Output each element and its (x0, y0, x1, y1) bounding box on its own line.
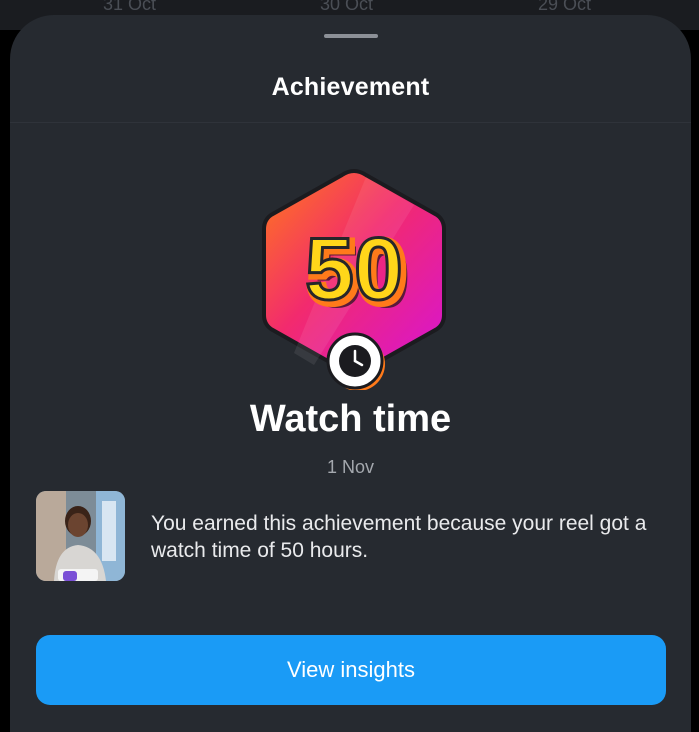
drag-handle[interactable] (324, 34, 378, 38)
achievement-bottom-sheet: Achievement 50 50 50 Watch time 1 Nov Yo… (10, 15, 691, 732)
background-date: 29 Oct (538, 0, 592, 14)
view-insights-button[interactable]: View insights (36, 635, 666, 705)
sheet-title: Achievement (271, 73, 430, 101)
background-date: 31 Oct (103, 0, 157, 14)
achievement-name: Watch time (249, 398, 452, 440)
reel-thumbnail[interactable] (36, 491, 125, 581)
clock-icon (326, 332, 385, 390)
achievement-badge: 50 50 50 (262, 168, 446, 390)
achievement-date: 1 Nov (326, 457, 375, 477)
header-divider (10, 122, 691, 123)
badge-number: 50 (305, 219, 403, 318)
reel-thumbnail-image (36, 491, 125, 581)
achievement-description: You earned this achievement because your… (151, 512, 647, 562)
background-date: 30 Oct (320, 0, 374, 14)
